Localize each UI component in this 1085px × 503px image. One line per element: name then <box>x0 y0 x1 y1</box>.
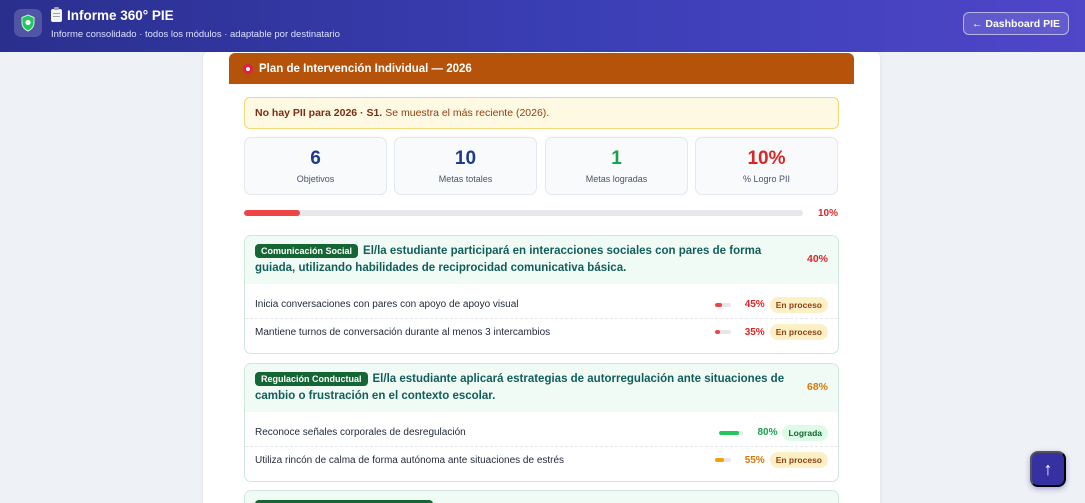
meta-percent: 55% <box>744 454 765 466</box>
top-header: Informe 360° PIE Informe consolidado · t… <box>0 0 1085 52</box>
meta-progress-fill <box>714 302 722 307</box>
status-badge: En proceso <box>769 296 828 313</box>
meta-row: Utiliza rincón de calma de forma autónom… <box>245 446 838 473</box>
meta-progress-bar <box>719 430 744 435</box>
meta-row: Inicia conversaciones con pares con apoy… <box>245 291 838 318</box>
stat-label: Metas totales <box>438 174 493 184</box>
app-subtitle: Informe consolidado · todos los módulos … <box>51 29 340 40</box>
goal-text: Comunicación Social El/la estudiante part… <box>255 243 785 277</box>
shield-logo-icon <box>14 9 42 37</box>
status-badge: En proceso <box>769 324 828 340</box>
stat-label: Objetivos <box>296 174 335 184</box>
overall-progress-bar <box>244 210 803 216</box>
dashboard-pie-button[interactable]: ← Dashboard PIE <box>963 12 1069 35</box>
meta-percent: 80% <box>757 427 778 438</box>
meta-label: Mantiene turnos de conversación durante … <box>255 326 551 338</box>
meta-percent: 35% <box>744 326 765 338</box>
clipboard-icon <box>51 7 62 22</box>
stat-metas-logradas: 1 Metas logradas <box>545 137 688 195</box>
meta-progress-bar <box>714 330 731 334</box>
meta-progress-fill <box>714 330 721 334</box>
goal-header <box>245 491 838 503</box>
goal-percent: 68% <box>806 381 828 393</box>
arrow-up-icon: ↑ <box>1043 458 1053 479</box>
overall-progress-fill <box>244 210 300 216</box>
goal-header: Regulación Conductual El/la estudiante ap… <box>245 364 838 412</box>
title-block: Informe 360° PIE Informe consolidado · t… <box>51 7 340 40</box>
meta-progress-bar <box>714 302 731 307</box>
meta-percent: 45% <box>744 299 765 310</box>
goal-card: Regulación Conductual El/la estudiante ap… <box>244 363 839 482</box>
goal-area-tag: Comunicación Social <box>255 244 359 258</box>
notice-bold: No hay PII para 2026 · S1. <box>255 107 383 119</box>
stat-value: 1 <box>611 148 622 169</box>
target-icon <box>243 63 253 74</box>
goal-area-tag: Regulación Conductual <box>255 372 368 386</box>
meta-label: Reconoce señales corporales de desregula… <box>255 427 466 438</box>
stat-value: 6 <box>310 148 321 169</box>
goal-percent: 40% <box>806 253 828 265</box>
meta-progress-fill <box>719 430 739 435</box>
scroll-top-button[interactable]: ↑ <box>1030 451 1066 487</box>
meta-row: Mantiene turnos de conversación durante … <box>245 318 838 345</box>
overall-progress-label: 10% <box>817 208 838 219</box>
section-header: Plan de Intervención Individual — 2026 <box>229 53 854 84</box>
notice-text: Se muestra el más reciente (2026). <box>385 107 550 119</box>
goal-card-partial <box>244 490 839 503</box>
goal-text: Regulación Conductual El/la estudiante ap… <box>255 371 785 405</box>
status-badge: En proceso <box>769 452 828 468</box>
stat-metas-totales: 10 Metas totales <box>394 137 537 195</box>
meta-progress-bar <box>714 458 731 462</box>
stat-label: % Logro PII <box>742 174 791 184</box>
meta-label: Utiliza rincón de calma de forma autónom… <box>255 454 565 466</box>
goal-header: Comunicación Social El/la estudiante part… <box>245 236 838 284</box>
stat-objetivos: 6 Objetivos <box>244 137 387 195</box>
meta-progress-fill <box>714 458 724 462</box>
meta-row: Reconoce señales corporales de desregula… <box>245 419 838 446</box>
status-badge: Lograda <box>782 424 828 441</box>
app-title-text: Informe 360° PIE <box>67 8 174 23</box>
stat-value: 10% <box>747 148 786 169</box>
section-title: Plan de Intervención Individual — 2026 <box>259 62 472 75</box>
goal-card: Comunicación Social El/la estudiante part… <box>244 235 839 354</box>
stat-logro-pii: 10% % Logro PII <box>695 137 838 195</box>
app-title: Informe 360° PIE <box>51 7 340 23</box>
stat-label: Metas logradas <box>585 174 648 184</box>
stat-value: 10 <box>454 148 477 169</box>
meta-label: Inicia conversaciones con pares con apoy… <box>255 299 519 310</box>
notice-banner: No hay PII para 2026 · S1. Se muestra el… <box>244 97 839 129</box>
